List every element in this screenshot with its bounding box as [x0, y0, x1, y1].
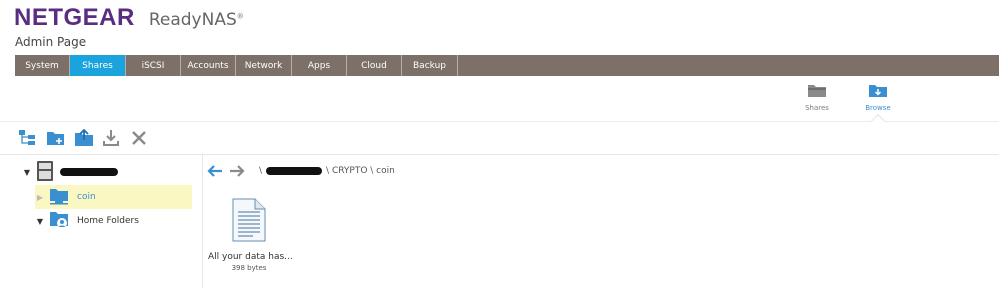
- path-tail: \ CRYPTO \ coin: [326, 166, 395, 176]
- shares-view-label: Shares: [805, 104, 829, 112]
- nas-device-icon: [36, 160, 54, 185]
- back-button[interactable]: [207, 164, 223, 178]
- file-item[interactable]: All your data has... 398 bytes: [208, 198, 293, 272]
- redacted-volume-name: [60, 168, 118, 176]
- tab-iscsi[interactable]: iSCSI: [126, 55, 181, 76]
- file-name: All your data has...: [208, 252, 293, 262]
- redacted-path-segment: [266, 167, 323, 175]
- tree-item-label: Home Folders: [77, 216, 139, 226]
- delete-button[interactable]: [130, 129, 158, 151]
- arrow-right-icon: [230, 165, 245, 177]
- forward-button[interactable]: [229, 164, 245, 178]
- tree-item-coin[interactable]: ▶ coin: [35, 185, 192, 209]
- tab-shares[interactable]: Shares: [70, 55, 126, 76]
- collapse-arrow-icon[interactable]: ▼: [22, 168, 32, 177]
- brand-logo: NETGEAR ReadyNAS®: [14, 4, 244, 34]
- browse-view-button[interactable]: Browse: [858, 82, 898, 112]
- tree-root[interactable]: ▼: [22, 160, 202, 184]
- download-button[interactable]: [102, 129, 130, 151]
- browse-folder-icon: [868, 85, 888, 100]
- tab-backup[interactable]: Backup: [402, 55, 458, 76]
- tab-apps[interactable]: Apps: [292, 55, 347, 76]
- upload-icon: [74, 128, 94, 151]
- tab-system[interactable]: System: [15, 55, 70, 76]
- tab-cloud[interactable]: Cloud: [347, 55, 402, 76]
- delete-icon: [130, 129, 148, 151]
- tab-network[interactable]: Network: [236, 55, 292, 76]
- share-folder-icon: [49, 187, 69, 208]
- main-nav: System Shares iSCSI Accounts Network App…: [15, 55, 999, 76]
- upload-button[interactable]: [74, 128, 102, 151]
- tab-accounts[interactable]: Accounts: [181, 55, 236, 76]
- active-view-pointer: [870, 113, 886, 129]
- folder-icon: [807, 85, 827, 100]
- file-size: 398 bytes: [231, 264, 267, 272]
- divider: [0, 121, 999, 122]
- product-name: ReadyNAS®: [148, 10, 244, 30]
- arrow-left-icon: [207, 165, 222, 177]
- shares-view-button[interactable]: Shares: [797, 82, 837, 112]
- home-folder-icon: [49, 210, 69, 233]
- netgear-logo-text: NETGEAR: [14, 4, 135, 31]
- text-document-icon: [231, 198, 267, 246]
- divider: [0, 154, 999, 155]
- file-toolbar: [18, 128, 158, 151]
- page-title: Admin Page: [15, 35, 87, 49]
- collapse-arrow-icon[interactable]: ▼: [35, 217, 45, 226]
- browse-view-label: Browse: [865, 104, 891, 112]
- new-folder-button[interactable]: [46, 129, 74, 151]
- download-icon: [102, 129, 120, 151]
- breadcrumb: \ \ CRYPTO \ coin: [207, 162, 395, 180]
- tree-item-home-folders[interactable]: ▼ Home Folders: [35, 209, 192, 233]
- tree-view-icon: [18, 129, 36, 151]
- tree-item-label: coin: [77, 192, 96, 202]
- tree-view-button[interactable]: [18, 129, 46, 151]
- pane-divider: [202, 155, 203, 288]
- new-folder-icon: [46, 129, 66, 151]
- expand-arrow-icon[interactable]: ▶: [35, 193, 45, 202]
- path-text: \ \ CRYPTO \ coin: [259, 166, 395, 176]
